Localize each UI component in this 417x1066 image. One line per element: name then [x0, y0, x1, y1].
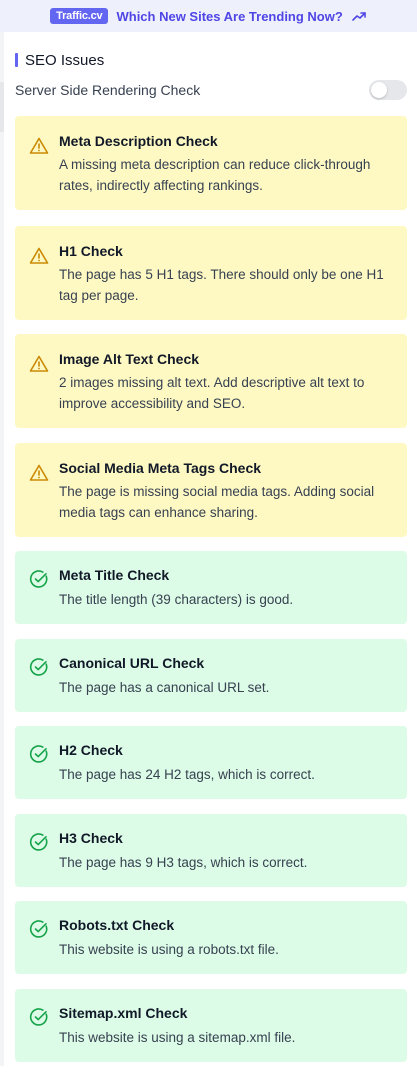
check-message: The page is missing social media tags. A…: [59, 484, 375, 520]
toggle-knob: [371, 82, 387, 98]
check-title: Canonical URL Check: [59, 655, 205, 671]
left-rail: [0, 32, 4, 1066]
check-title: Meta Description Check: [59, 133, 218, 149]
check-message: The page has 5 H1 tags. There should onl…: [59, 267, 384, 303]
section-accent-bar: [15, 53, 18, 67]
check-title: Robots.txt Check: [59, 917, 175, 933]
check-circle-icon: [29, 832, 49, 852]
check-message: This website is using a sitemap.xml file…: [59, 1030, 296, 1045]
passed-check-card: Meta Title Check The title length (39 cha…: [15, 551, 407, 624]
section-title: SEO Issues: [25, 51, 105, 69]
check-message: This website is using a robots.txt file.: [59, 942, 279, 957]
check-message: The title length (39 characters) is good…: [59, 592, 294, 607]
check-circle-icon: [29, 744, 49, 764]
check-title: Meta Title Check: [59, 567, 170, 583]
promo-banner[interactable]: Traffic.cv Which New Sites Are Trending …: [0, 0, 417, 32]
check-circle-icon: [29, 1007, 49, 1027]
check-title: Image Alt Text Check: [59, 351, 200, 367]
check-message: The page has 9 H3 tags, which is correct…: [59, 855, 308, 870]
ssr-toggle[interactable]: [369, 80, 407, 100]
warning-check-card: H1 Check The page has 5 H1 tags. There sh…: [15, 226, 407, 320]
passed-check-card: Canonical URL Check The page has a canoni…: [15, 639, 407, 712]
warning-check-card: Social Media Meta Tags Check The page is …: [15, 443, 407, 537]
check-message: A missing meta description can reduce cl…: [59, 157, 371, 193]
trending-up-icon: [352, 12, 366, 21]
warning-icon: [29, 354, 49, 374]
check-circle-icon: [29, 919, 49, 939]
check-title: H1 Check: [59, 243, 123, 259]
ssr-check-label: Server Side Rendering Check: [15, 82, 201, 98]
trending-sites-link[interactable]: Which New Sites Are Trending Now?: [116, 9, 342, 24]
check-message: 2 images missing alt text. Add descripti…: [59, 375, 365, 411]
warning-check-card: Image Alt Text Check 2 images missing alt…: [15, 334, 407, 428]
check-message: The page has 24 H2 tags, which is correc…: [59, 767, 315, 782]
check-message: The page has a canonical URL set.: [59, 680, 270, 695]
check-title: Social Media Meta Tags Check: [59, 460, 262, 476]
warning-icon: [29, 246, 49, 266]
check-title: H3 Check: [59, 830, 123, 846]
ssr-check-row: Server Side Rendering Check: [15, 80, 407, 100]
brand-badge: Traffic.cv: [50, 8, 109, 24]
warning-icon: [29, 463, 49, 483]
passed-check-card: Robots.txt Check This website is using a …: [15, 901, 407, 974]
passed-check-card: H2 Check The page has 24 H2 tags, which i…: [15, 726, 407, 799]
check-title: Sitemap.xml Check: [59, 1005, 188, 1021]
warning-icon: [29, 136, 49, 156]
warning-check-card: Meta Description Check A missing meta des…: [15, 116, 407, 210]
check-circle-icon: [29, 657, 49, 677]
check-circle-icon: [29, 569, 49, 589]
left-rail-active-indicator: [0, 82, 4, 132]
passed-check-card: Sitemap.xml Check This website is using a…: [15, 989, 407, 1062]
section-header: SEO Issues: [15, 50, 104, 70]
passed-check-card: H3 Check The page has 9 H3 tags, which is…: [15, 814, 407, 887]
check-title: H2 Check: [59, 742, 123, 758]
